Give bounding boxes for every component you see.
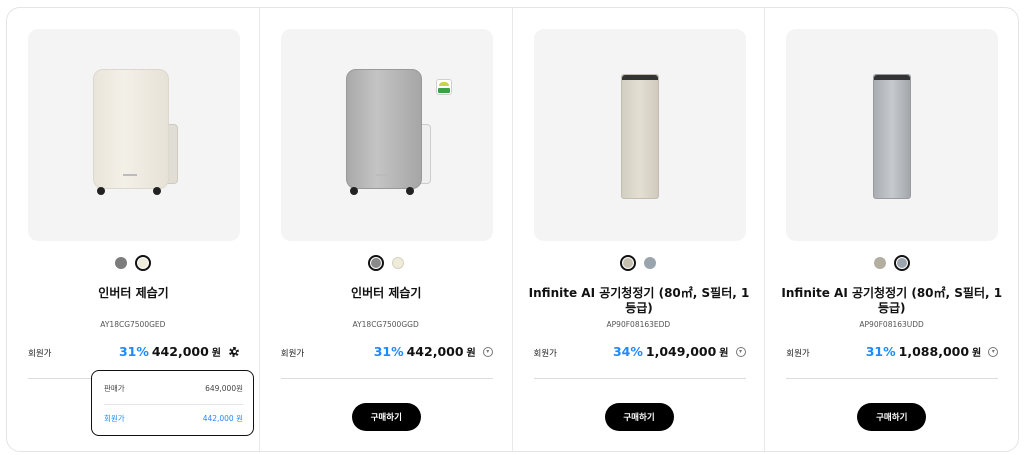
member-price: 1,088,000 xyxy=(898,344,970,359)
member-price: 442,000 xyxy=(151,344,209,359)
price-row: 회원가 31% 442,000 원 ▾ xyxy=(281,344,493,360)
product-image[interactable] xyxy=(533,29,746,241)
color-swatches xyxy=(260,255,512,271)
color-swatch-blue-gray[interactable] xyxy=(644,257,657,269)
sale-price: 649,000원 xyxy=(205,384,243,393)
product-title[interactable]: Infinite AI 공기청정기 (80㎡, S필터, 1등급) xyxy=(527,286,752,316)
currency: 원 xyxy=(972,348,982,359)
buy-button[interactable]: 구매하기 xyxy=(857,403,927,431)
dehumidifier-image xyxy=(93,69,178,195)
color-swatch-beige[interactable] xyxy=(134,255,151,271)
gear-icon[interactable] xyxy=(228,346,240,358)
sale-price-label: 판매가 xyxy=(104,384,125,393)
member-price-value: 442,000 원 xyxy=(202,414,243,423)
price-row: 회원가 31% 1,088,000 원 ▾ xyxy=(786,344,999,360)
color-swatch-gray[interactable] xyxy=(114,257,127,269)
product-grid: 인버터 제습기 AY18CG7500GED 회원가 31% 442,000 원 … xyxy=(6,7,1019,452)
currency: 원 xyxy=(719,348,729,359)
color-swatches xyxy=(7,255,259,271)
buy-button[interactable]: 구매하기 xyxy=(351,403,421,431)
member-price-label: 회원가 xyxy=(104,414,125,423)
product-image[interactable] xyxy=(280,29,493,241)
buy-button[interactable]: 구매하기 xyxy=(604,403,674,431)
product-card: Infinite AI 공기청정기 (80㎡, S필터, 1등급) AP90F0… xyxy=(513,8,766,451)
product-image[interactable] xyxy=(28,29,240,241)
product-sku: AP90F08163UDD xyxy=(859,320,924,329)
air-purifier-image xyxy=(620,74,659,199)
info-circle-icon[interactable]: ▾ xyxy=(988,346,999,357)
product-sku: AY18CG7500GGD xyxy=(352,320,419,329)
currency: 원 xyxy=(211,348,221,359)
product-card: Infinite AI 공기청정기 (80㎡, S필터, 1등급) AP90F0… xyxy=(765,8,1018,451)
price-row: 회원가 31% 442,000 원 xyxy=(28,344,240,360)
discount-rate: 31% xyxy=(373,344,404,359)
energy-grade-badge-icon xyxy=(435,79,452,95)
price-detail-popup: 판매가 649,000원 회원가 442,000 원 xyxy=(91,370,254,436)
color-swatches xyxy=(513,255,765,271)
product-card: 인버터 제습기 AY18CG7500GGD 회원가 31% 442,000 원 … xyxy=(260,8,513,451)
dehumidifier-image xyxy=(345,69,431,195)
product-card: 인버터 제습기 AY18CG7500GED 회원가 31% 442,000 원 … xyxy=(7,8,260,451)
price-row: 회원가 34% 1,049,000 원 ▾ xyxy=(534,344,746,360)
divider xyxy=(280,378,493,379)
divider xyxy=(786,378,999,379)
color-swatch-beige[interactable] xyxy=(873,257,886,269)
price-label: 회원가 xyxy=(533,349,557,359)
discount-rate: 34% xyxy=(612,344,643,359)
product-title[interactable]: 인버터 제습기 xyxy=(274,286,499,301)
discount-rate: 31% xyxy=(118,344,149,359)
member-price: 442,000 xyxy=(406,344,464,359)
info-circle-icon[interactable]: ▾ xyxy=(735,346,746,357)
product-sku: AY18CG7500GED xyxy=(100,320,166,329)
color-swatch-beige[interactable] xyxy=(620,255,637,271)
product-image[interactable] xyxy=(786,29,999,241)
price-label: 회원가 xyxy=(786,349,810,359)
color-swatches xyxy=(765,255,1018,271)
air-purifier-image xyxy=(873,74,912,199)
discount-rate: 31% xyxy=(865,344,896,359)
product-sku: AP90F08163EDD xyxy=(606,320,671,329)
color-swatch-blue-gray[interactable] xyxy=(893,255,910,271)
product-title[interactable]: Infinite AI 공기청정기 (80㎡, S필터, 1등급) xyxy=(779,286,1004,316)
price-label: 회원가 xyxy=(28,349,52,359)
info-circle-icon[interactable]: ▾ xyxy=(482,346,493,357)
member-price: 1,049,000 xyxy=(645,344,717,359)
color-swatch-gray[interactable] xyxy=(367,255,384,271)
divider xyxy=(533,378,746,379)
price-label: 회원가 xyxy=(280,349,305,359)
color-swatch-beige[interactable] xyxy=(391,257,404,269)
currency: 원 xyxy=(466,348,476,359)
product-title[interactable]: 인버터 제습기 xyxy=(21,286,246,301)
